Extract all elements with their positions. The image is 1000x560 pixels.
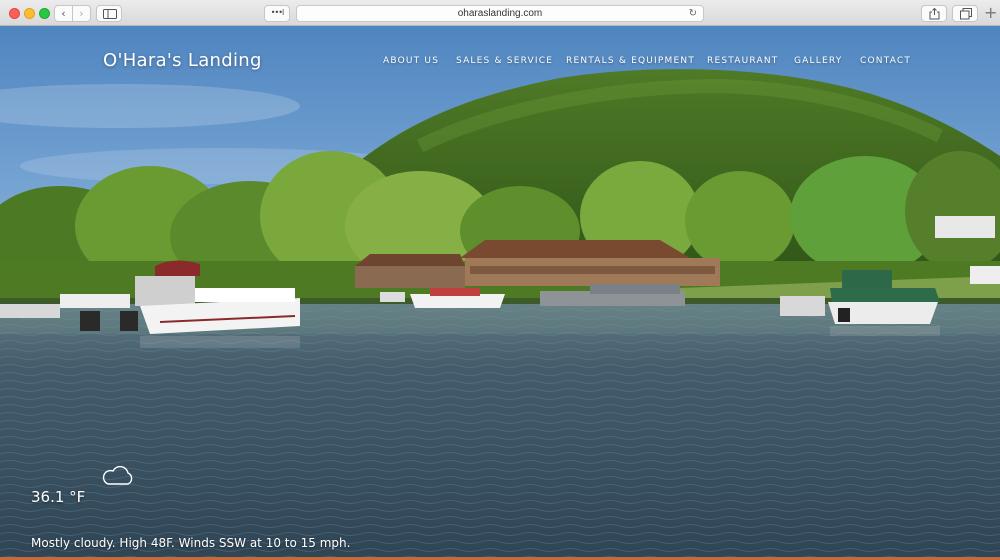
share-icon	[929, 8, 940, 20]
nav-link-contact[interactable]: CONTACT	[860, 56, 911, 66]
nav-link-sales-service[interactable]: SALES & SERVICE	[456, 56, 553, 66]
cloud-icon	[102, 466, 133, 485]
extension-button[interactable]: •••l	[264, 5, 290, 22]
nav-link-about-us[interactable]: ABOUT US	[383, 56, 439, 66]
zoom-window-button[interactable]	[39, 8, 50, 19]
hero-section: O'Hara's Landing ABOUT US SALES & SERVIC…	[0, 26, 1000, 560]
address-bar[interactable]: oharaslanding.com ↻	[296, 5, 704, 22]
chevron-left-icon: ‹	[61, 7, 66, 20]
main-navigation: ABOUT US SALES & SERVICE RENTALS & EQUIP…	[0, 56, 1000, 70]
forward-button[interactable]: ›	[72, 5, 91, 22]
nav-link-gallery[interactable]: GALLERY	[794, 56, 842, 66]
sidebar-icon	[103, 9, 117, 19]
nav-link-restaurant[interactable]: RESTAURANT	[707, 56, 778, 66]
browser-toolbar: ‹ › •••l oharaslanding.com ↻ +	[0, 0, 1000, 26]
new-tab-button[interactable]: +	[984, 4, 997, 22]
plus-icon: +	[984, 3, 998, 22]
show-tabs-button[interactable]	[952, 5, 978, 22]
weather-temperature: 36.1 °F	[31, 488, 86, 506]
nav-link-rentals-equipment[interactable]: RENTALS & EQUIPMENT	[566, 56, 695, 66]
url-text: oharaslanding.com	[457, 8, 543, 19]
chevron-right-icon: ›	[79, 7, 84, 20]
weather-description: Mostly cloudy. High 48F. Winds SSW at 10…	[31, 536, 351, 550]
hero-lake-photo	[0, 26, 1000, 560]
share-button[interactable]	[921, 5, 947, 22]
reload-icon[interactable]: ↻	[689, 8, 697, 20]
sidebar-toggle-button[interactable]	[96, 5, 122, 22]
close-window-button[interactable]	[9, 8, 20, 19]
minimize-window-button[interactable]	[24, 8, 35, 19]
back-button[interactable]: ‹	[54, 5, 73, 22]
tabs-icon	[960, 8, 972, 20]
